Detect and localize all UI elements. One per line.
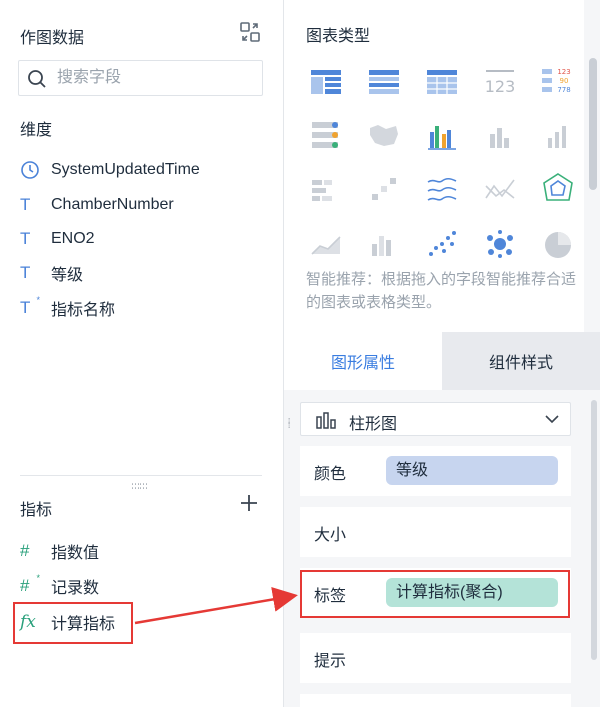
data-panel: 作图数据 维度 SystemUpdatedTime T ChamberNumbe… [0,0,284,707]
combo-chart-icon[interactable] [364,224,404,264]
property-tooltip[interactable]: 提示 [300,633,571,683]
chart-type-title: 图表类型 [306,28,371,45]
chevron-down-icon [545,415,559,424]
properties-scrollbar[interactable] [591,400,597,660]
panel-divider [20,475,262,476]
field-label: 指标名称 [51,302,116,319]
property-label: 颜色 [314,466,347,483]
multi-kpi-icon[interactable]: 123 90 778 [538,62,578,102]
dimensions-heading: 维度 [20,122,53,139]
svg-text:778: 778 [557,86,570,94]
waterfall-icon[interactable] [364,170,404,210]
scatter-chart-icon[interactable] [422,224,462,264]
color-field-pill[interactable]: 等级 [386,456,558,485]
bar-chart-icon[interactable] [480,116,520,156]
search-field-box[interactable] [18,60,263,96]
grouped-bar-icon[interactable] [422,116,462,156]
bubble-chart-icon[interactable] [480,224,520,264]
panel-title: 作图数据 [20,30,85,47]
dimension-field[interactable]: SystemUpdatedTime [20,156,200,184]
property-next [300,694,571,707]
field-label: ChamberNumber [51,196,174,213]
pie-chart-icon[interactable] [538,224,578,264]
kpi-card-icon[interactable] [306,116,346,156]
radar-chart-icon[interactable] [538,170,578,210]
property-label: 提示 [314,653,347,670]
field-label: SystemUpdatedTime [51,161,200,178]
highlight-box-field [13,602,133,644]
resize-handle[interactable]: ⋯⋯ ⋯⋯ [131,480,148,493]
dimension-field[interactable]: T ENO2 [20,225,95,253]
field-label: ENO2 [51,230,95,247]
kpi-number-icon[interactable]: 123 [480,62,520,102]
dimension-field[interactable]: T * 指标名称 [20,294,115,322]
dimension-field[interactable]: T ChamberNumber [20,191,174,219]
area-chart-icon[interactable] [306,224,346,264]
text-type-icon: T [20,195,31,214]
measures-heading: 指标 [20,502,53,519]
table-icon[interactable] [306,62,346,102]
dimension-field[interactable]: T 等级 [20,259,83,287]
chart-type-select[interactable]: 柱形图 [300,402,571,436]
column-chart-icon [316,412,336,429]
chart-type-value: 柱形图 [349,416,398,433]
properties-section: 柱形图 颜色 等级 大小 标签 计算指标(聚合) 提示 [284,390,584,707]
measure-field[interactable]: # * 记录数 [20,572,99,600]
search-input[interactable] [57,67,257,89]
recommend-hint: 智能推荐：根据拖入的字段智能推荐合适的图表或表格类型。 [306,271,577,311]
field-label: 等级 [51,267,84,284]
text-type-icon: T [20,263,31,282]
detail-table-icon[interactable] [422,62,462,102]
multi-line-icon[interactable] [480,170,520,210]
panel-resize-grip[interactable]: ⁞ ⁞ [288,418,294,430]
property-tabs: 图形属性 组件样式 [284,332,600,390]
property-label: 大小 [314,527,347,544]
field-label: 指数值 [51,545,100,562]
line-chart-icon[interactable] [422,170,462,210]
stacked-bar-icon[interactable] [306,170,346,210]
search-icon [28,70,46,88]
calculated-number-icon: # * [20,573,40,595]
measure-field[interactable]: # 指数值 [20,537,99,565]
calculated-text-icon: T * [20,295,40,317]
svg-text:123: 123 [557,68,570,76]
svg-text:90: 90 [560,77,569,85]
tab-component-style[interactable]: 组件样式 [442,332,600,390]
text-type-icon: T [20,229,31,248]
map-icon[interactable] [364,116,404,156]
highlight-box-label [300,570,570,618]
switch-dataset-icon[interactable] [238,20,262,44]
property-size[interactable]: 大小 [300,507,571,557]
tab-graphic-properties[interactable]: 图形属性 [284,332,442,390]
svg-text:123: 123 [485,77,516,96]
field-label: 记录数 [51,580,100,597]
cross-table-icon[interactable] [364,62,404,102]
number-type-icon: # [20,541,30,560]
chart-type-scrollbar[interactable] [589,58,597,190]
property-color[interactable]: 颜色 等级 [300,446,571,496]
clock-icon [20,159,42,181]
add-measure-button[interactable] [238,492,260,514]
chart-type-section: 图表类型 123 123 90 778 智能推荐：根据拖入的字段智能推荐合适的图… [284,0,584,332]
column-chart-icon[interactable] [538,116,578,156]
